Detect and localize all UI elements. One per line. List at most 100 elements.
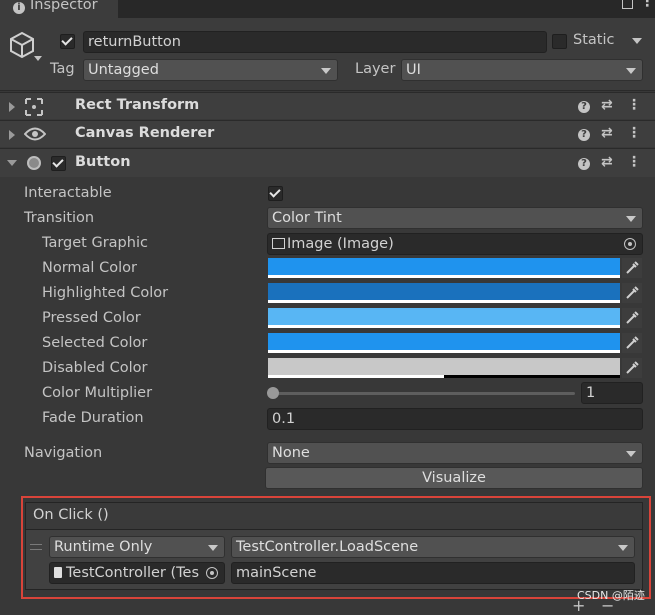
object-picker-icon[interactable] <box>206 567 218 579</box>
layer-value: UI <box>406 62 421 78</box>
help-icon[interactable]: ? <box>578 101 590 113</box>
disabled-color-swatch[interactable] <box>268 358 620 378</box>
disabled-color-label: Disabled Color <box>42 360 148 376</box>
lock-icon[interactable] <box>622 0 633 9</box>
selected-color-label: Selected Color <box>42 335 148 351</box>
target-graphic-field[interactable]: Image (Image) <box>267 233 643 255</box>
pressed-color-label: Pressed Color <box>42 310 141 326</box>
kebab-menu-icon[interactable]: ⋮ <box>627 125 641 141</box>
static-dropdown-caret-icon[interactable] <box>632 38 642 44</box>
color-multiplier-field[interactable]: 1 <box>581 382 643 404</box>
presets-icon[interactable]: ⇄ <box>601 154 613 170</box>
color-multiplier-label: Color Multiplier <box>42 385 153 401</box>
argument-field[interactable]: mainScene <box>231 562 635 584</box>
info-icon: i <box>13 2 25 14</box>
chevron-down-icon <box>618 545 628 551</box>
color-multiplier-slider-track[interactable] <box>273 392 575 395</box>
check-icon <box>52 156 64 168</box>
rect-transform-header[interactable]: Rect Transform ? ⇄ ⋮ <box>0 92 655 119</box>
target-graphic-label: Target Graphic <box>42 235 148 251</box>
button-component-icon <box>27 156 41 170</box>
fade-duration-label: Fade Duration <box>42 410 144 426</box>
eyedropper-icon[interactable] <box>622 333 642 353</box>
interactable-label: Interactable <box>24 185 112 201</box>
transition-value: Color Tint <box>272 210 342 226</box>
eyedropper-icon[interactable] <box>622 283 642 303</box>
help-icon[interactable]: ? <box>578 129 590 141</box>
chevron-down-icon <box>321 68 331 74</box>
tab-inspector[interactable]: i Inspector <box>0 0 118 18</box>
navigation-label: Navigation <box>24 445 103 461</box>
runtime-dropdown[interactable]: Runtime Only <box>49 536 225 558</box>
alpha-bar-fill <box>268 325 620 328</box>
onclick-title: On Click () <box>33 507 109 523</box>
active-checkbox[interactable] <box>60 34 75 49</box>
tag-dropdown[interactable]: Untagged <box>83 59 338 81</box>
eyedropper-icon[interactable] <box>622 258 642 278</box>
object-name-field[interactable]: returnButton <box>83 31 547 53</box>
object-picker-icon[interactable] <box>624 238 636 250</box>
fade-duration-field[interactable]: 0.1 <box>267 408 643 430</box>
cube-dropdown-caret-icon[interactable] <box>34 56 42 61</box>
chevron-down-icon <box>208 545 218 551</box>
alpha-bar-fill <box>268 350 620 353</box>
navigation-dropdown[interactable]: None <box>267 442 643 464</box>
onclick-header: On Click () <box>25 502 643 530</box>
normal-color-label: Normal Color <box>42 260 137 276</box>
component-title: Canvas Renderer <box>75 125 215 141</box>
selected-color-swatch[interactable] <box>268 333 620 353</box>
tab-menu-kebab-icon[interactable]: ⋮ <box>640 0 655 10</box>
script-icon <box>54 567 62 578</box>
eye-icon <box>24 127 46 141</box>
alpha-bar-fill <box>268 375 444 378</box>
normal-color-swatch[interactable] <box>268 258 620 278</box>
visualize-button[interactable]: Visualize <box>265 467 643 489</box>
target-graphic-value: Image (Image) <box>287 236 394 252</box>
eyedropper-icon[interactable] <box>622 358 642 378</box>
foldout-open-icon[interactable] <box>7 160 17 166</box>
function-dropdown[interactable]: TestController.LoadScene <box>231 536 635 558</box>
alpha-bar-fill <box>268 300 620 303</box>
static-label: Static <box>573 32 615 48</box>
static-checkbox[interactable] <box>552 34 567 49</box>
rect-transform-icon <box>25 98 43 116</box>
tag-label: Tag <box>50 61 75 77</box>
chevron-down-icon <box>626 451 636 457</box>
foldout-closed-icon[interactable] <box>9 102 15 112</box>
function-value: TestController.LoadScene <box>236 539 419 555</box>
pressed-color-swatch[interactable] <box>268 308 620 328</box>
tab-title: Inspector <box>30 0 98 13</box>
watermark: CSDN @陌迹 <box>577 589 645 602</box>
color-multiplier-slider-thumb[interactable] <box>267 387 279 399</box>
transition-dropdown[interactable]: Color Tint <box>267 207 643 229</box>
canvas-renderer-header[interactable]: Canvas Renderer ? ⇄ ⋮ <box>0 120 655 147</box>
eyedropper-icon[interactable] <box>622 308 642 328</box>
check-icon <box>269 186 281 198</box>
component-title: Rect Transform <box>75 97 200 113</box>
layer-dropdown[interactable]: UI <box>401 59 643 81</box>
transition-label: Transition <box>24 210 95 226</box>
layer-label: Layer <box>355 61 396 77</box>
button-component-header[interactable]: Button ? ⇄ ⋮ <box>0 148 655 177</box>
presets-icon[interactable]: ⇄ <box>601 97 613 113</box>
visualize-label: Visualize <box>422 470 486 486</box>
help-icon[interactable]: ? <box>578 158 590 170</box>
runtime-value: Runtime Only <box>54 539 153 555</box>
chevron-down-icon <box>626 216 636 222</box>
presets-icon[interactable]: ⇄ <box>601 125 613 141</box>
component-title: Button <box>75 154 131 170</box>
target-object-field[interactable]: TestController (Tes <box>49 562 225 584</box>
highlighted-color-label: Highlighted Color <box>42 285 169 301</box>
foldout-closed-icon[interactable] <box>9 130 15 140</box>
interactable-checkbox[interactable] <box>268 186 283 201</box>
kebab-menu-icon[interactable]: ⋮ <box>627 154 641 170</box>
highlighted-color-swatch[interactable] <box>268 283 620 303</box>
check-icon <box>61 34 73 46</box>
kebab-menu-icon[interactable]: ⋮ <box>627 97 641 113</box>
navigation-value: None <box>272 445 310 461</box>
button-enabled-checkbox[interactable] <box>51 156 66 171</box>
tag-value: Untagged <box>88 62 159 78</box>
drag-handle-icon[interactable] <box>30 544 42 550</box>
gameobject-cube-icon[interactable] <box>7 30 37 60</box>
target-object-value: TestController (Tes <box>66 565 200 581</box>
